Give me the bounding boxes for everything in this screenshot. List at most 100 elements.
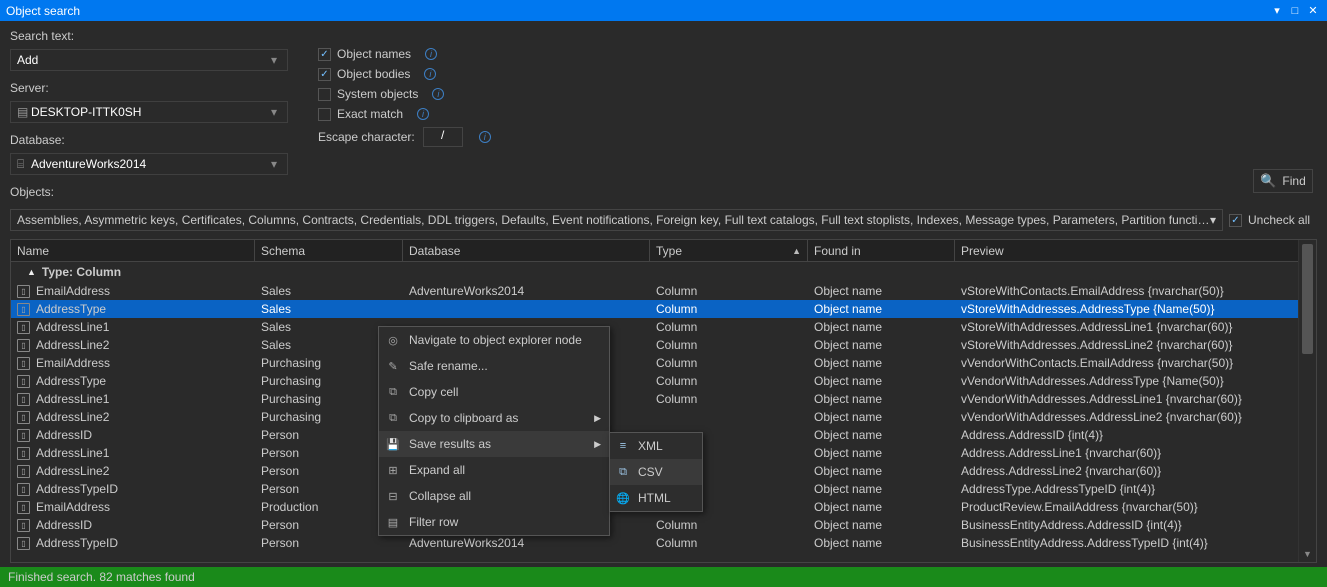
search-text-label: Search text: (10, 29, 288, 43)
expand-icon: ⊞ (385, 462, 401, 478)
table-row[interactable]: ▯AddressLine1PurchasingColumnObject name… (11, 390, 1316, 408)
grid-header: Name Schema Database Type▲ Found in Prev… (11, 240, 1316, 262)
rename-icon: ✎ (385, 358, 401, 374)
checkbox-icon (1229, 214, 1242, 227)
column-icon: ▯ (17, 447, 30, 460)
menu-item[interactable]: ✎Safe rename... (379, 353, 609, 379)
chevron-down-icon: ▾ (1210, 213, 1216, 227)
collapse-icon: ⊟ (385, 488, 401, 504)
checkbox-icon (318, 108, 331, 121)
escape-char-label: Escape character: (318, 130, 415, 144)
objects-label: Objects: (10, 185, 1317, 199)
scroll-thumb[interactable] (1302, 244, 1313, 354)
csv-icon: ⧉ (615, 464, 631, 480)
col-header-name[interactable]: Name (11, 240, 255, 261)
database-label: Database: (10, 133, 288, 147)
table-row[interactable]: ▯AddressTypeSalesColumnObject namevStore… (11, 300, 1316, 318)
dropdown-icon[interactable]: ▾ (1269, 3, 1285, 19)
info-icon[interactable]: i (479, 131, 491, 143)
info-icon[interactable]: i (417, 108, 429, 120)
results-grid: Name Schema Database Type▲ Found in Prev… (10, 239, 1317, 563)
table-row[interactable]: ▯EmailAddressSalesAdventureWorks2014Colu… (11, 282, 1316, 300)
window-title: Object search (6, 4, 1267, 18)
submenu-item[interactable]: 🌐HTML (610, 485, 702, 511)
chevron-down-icon: ▾ (267, 157, 281, 171)
column-icon: ▯ (17, 303, 30, 316)
vertical-scrollbar[interactable]: ▲ ▼ (1298, 240, 1316, 562)
server-select[interactable]: ▤ DESKTOP-ITTK0SH ▾ (10, 101, 288, 123)
context-menu: ◎Navigate to object explorer node✎Safe r… (378, 326, 610, 536)
info-icon[interactable]: i (432, 88, 444, 100)
group-row[interactable]: ▲ Type: Column (11, 262, 1316, 282)
database-select[interactable]: ⌸ AdventureWorks2014 ▾ (10, 153, 288, 175)
column-icon: ▯ (17, 465, 30, 478)
table-row[interactable]: ▯AddressLine1SalesColumnObject namevStor… (11, 318, 1316, 336)
objects-select[interactable]: Assemblies, Asymmetric keys, Certificate… (10, 209, 1223, 231)
info-icon[interactable]: i (425, 48, 437, 60)
menu-item[interactable]: ▤Filter row (379, 509, 609, 535)
copy-icon: ⧉ (385, 410, 401, 426)
table-row[interactable]: ▯AddressIDPersonAdventureWorks2014Column… (11, 516, 1316, 534)
col-header-schema[interactable]: Schema (255, 240, 403, 261)
chevron-down-icon: ▾ (267, 53, 281, 67)
close-icon[interactable]: ✕ (1305, 3, 1321, 19)
find-button[interactable]: 🔍 Find (1253, 169, 1313, 193)
column-icon: ▯ (17, 393, 30, 406)
menu-item[interactable]: 💾Save results as▶ (379, 431, 609, 457)
checkbox-icon (318, 68, 331, 81)
html-icon: 🌐 (615, 490, 631, 506)
chevron-down-icon: ▾ (267, 105, 281, 119)
column-icon: ▯ (17, 501, 30, 514)
table-row[interactable]: ▯AddressLine2PurchasingObject namevVendo… (11, 408, 1316, 426)
table-row[interactable]: ▯AddressTypeIDPersonAdventureWorks2014Co… (11, 534, 1316, 552)
menu-item[interactable]: ⧉Copy cell (379, 379, 609, 405)
column-icon: ▯ (17, 537, 30, 550)
column-icon: ▯ (17, 519, 30, 532)
database-icon: ⌸ (17, 157, 31, 172)
object-bodies-checkbox[interactable]: Object bodies i (318, 67, 491, 81)
table-row[interactable]: ▯AddressTypePurchasingColumnObject namev… (11, 372, 1316, 390)
col-header-database[interactable]: Database (403, 240, 650, 261)
status-text: Finished search. 82 matches found (8, 570, 195, 584)
object-names-checkbox[interactable]: Object names i (318, 47, 491, 61)
escape-char-input[interactable]: / (423, 127, 463, 147)
server-icon: ▤ (17, 105, 31, 119)
save-as-submenu: ≡XML⧉CSV🌐HTML (609, 432, 703, 512)
column-icon: ▯ (17, 357, 30, 370)
column-icon: ▯ (17, 285, 30, 298)
menu-item[interactable]: ◎Navigate to object explorer node (379, 327, 609, 353)
chevron-right-icon: ▶ (594, 439, 601, 450)
search-icon: 🔍 (1260, 173, 1276, 189)
submenu-item[interactable]: ≡XML (610, 433, 702, 459)
info-icon[interactable]: i (424, 68, 436, 80)
column-icon: ▯ (17, 429, 30, 442)
column-icon: ▯ (17, 483, 30, 496)
uncheck-all-checkbox[interactable]: Uncheck all (1229, 213, 1317, 227)
column-icon: ▯ (17, 375, 30, 388)
scroll-down-icon[interactable]: ▼ (1299, 546, 1316, 562)
col-header-preview[interactable]: Preview (955, 240, 1316, 261)
col-header-type[interactable]: Type▲ (650, 240, 808, 261)
checkbox-icon (318, 48, 331, 61)
titlebar: Object search ▾ □ ✕ (0, 0, 1327, 21)
copy-icon: ⧉ (385, 384, 401, 400)
menu-item[interactable]: ⧉Copy to clipboard as▶ (379, 405, 609, 431)
target-icon: ◎ (385, 332, 401, 348)
filter-icon: ▤ (385, 514, 401, 530)
menu-item[interactable]: ⊟Collapse all (379, 483, 609, 509)
maximize-icon[interactable]: □ (1287, 3, 1303, 19)
server-label: Server: (10, 81, 288, 95)
save-icon: 💾 (385, 436, 401, 452)
menu-item[interactable]: ⊞Expand all (379, 457, 609, 483)
content-area: Search text: Add ▾ Server: ▤ DESKTOP-ITT… (0, 21, 1327, 567)
system-objects-checkbox[interactable]: System objects i (318, 87, 491, 101)
exact-match-checkbox[interactable]: Exact match i (318, 107, 491, 121)
collapse-icon: ▲ (27, 267, 36, 277)
table-row[interactable]: ▯AddressLine2SalesColumnObject namevStor… (11, 336, 1316, 354)
submenu-item[interactable]: ⧉CSV (610, 459, 702, 485)
xml-icon: ≡ (615, 438, 631, 454)
table-row[interactable]: ▯EmailAddressPurchasingColumnObject name… (11, 354, 1316, 372)
search-text-input[interactable]: Add ▾ (10, 49, 288, 71)
column-icon: ▯ (17, 339, 30, 352)
col-header-found[interactable]: Found in (808, 240, 955, 261)
